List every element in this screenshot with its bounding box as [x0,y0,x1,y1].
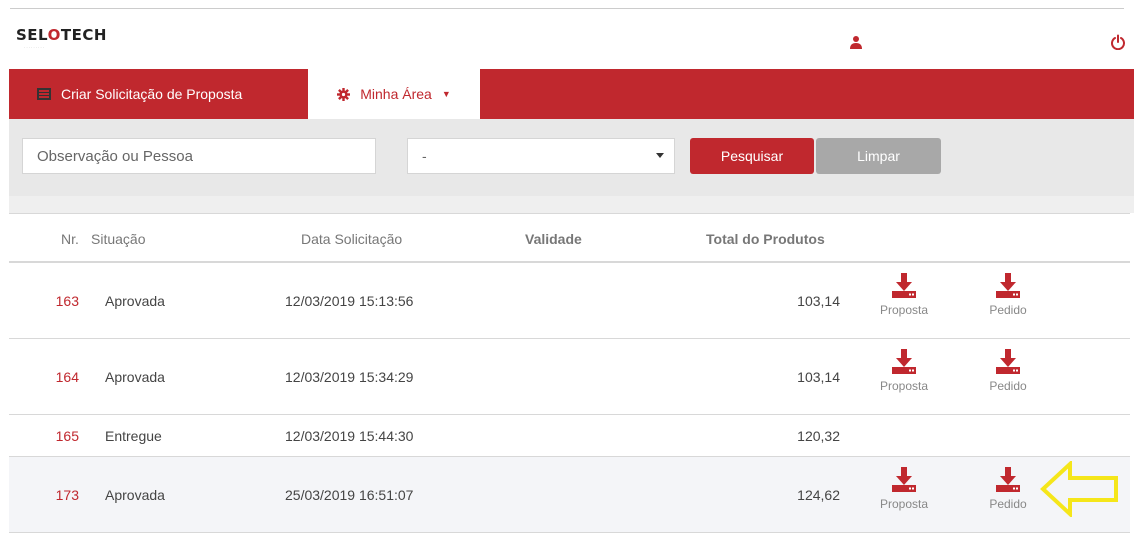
download-proposta-button[interactable]: Proposta [869,273,939,317]
row-situacao: Aprovada [105,369,165,385]
row-total: 103,14 [797,369,840,385]
row-situacao: Aprovada [105,487,165,503]
download-icon [892,467,916,492]
dropdown-arrow-icon [656,153,664,158]
spacer [9,196,1134,213]
download-icon [892,349,916,374]
chevron-down-icon: ▼ [441,89,451,99]
nav-create-proposal[interactable]: Criar Solicitação de Proposta [37,69,242,119]
table-header: Nr. Situação Data Solicitação Validade T… [9,213,1130,263]
table-row: 164 Aprovada 12/03/2019 15:34:29 103,14 … [9,339,1130,415]
row-nr-link[interactable]: 165 [0,428,79,444]
download-proposta-button[interactable]: Proposta [869,467,939,511]
download-pedido-label: Pedido [989,379,1027,393]
table-row: 163 Aprovada 12/03/2019 15:13:56 103,14 … [9,263,1130,339]
row-total: 124,62 [797,487,840,503]
status-select[interactable]: - [407,138,675,174]
download-pedido-button[interactable]: Pedido [973,349,1043,393]
proposals-table: Nr. Situação Data Solicitação Validade T… [9,213,1130,533]
download-proposta-label: Proposta [879,379,929,393]
table-row: 173 Aprovada 25/03/2019 16:51:07 124,62 … [9,457,1130,533]
row-date: 12/03/2019 15:13:56 [285,293,414,309]
row-nr-link[interactable]: 163 [0,293,79,309]
annotation-arrow-icon [1040,461,1118,517]
nav-area-label: Minha Área [360,86,432,102]
header-validade: Validade [525,231,582,247]
clear-button[interactable]: Limpar [816,138,941,174]
logo: SELOTECH [16,26,107,44]
download-icon [996,349,1020,374]
search-button[interactable]: Pesquisar [690,138,814,174]
row-date: 12/03/2019 15:44:30 [285,428,414,444]
row-date: 25/03/2019 16:51:07 [285,487,414,503]
row-nr-link[interactable]: 164 [0,369,79,385]
download-icon [892,273,916,298]
row-situacao: Aprovada [105,293,165,309]
download-pedido-button[interactable]: Pedido [973,467,1043,511]
main-navbar: Criar Solicitação de Proposta Minha Área… [9,69,1134,119]
download-proposta-label: Proposta [879,303,929,317]
row-situacao: Entregue [105,428,162,444]
header-total: Total do Produtos [706,231,825,247]
download-proposta-label: Proposta [879,497,929,511]
nav-my-area[interactable]: Minha Área ▼ [308,69,480,119]
download-pedido-label: Pedido [989,497,1027,511]
row-date: 12/03/2019 15:34:29 [285,369,414,385]
header-nr: Nr. [61,231,79,247]
row-total: 103,14 [797,293,840,309]
gear-icon [337,87,351,101]
download-icon [996,467,1020,492]
download-proposta-button[interactable]: Proposta [869,349,939,393]
download-icon [996,273,1020,298]
list-icon [37,88,51,100]
header-data: Data Solicitação [301,231,403,247]
header-situacao: Situação [91,231,146,247]
row-total: 120,32 [797,428,840,444]
table-row: 165 Entregue 12/03/2019 15:44:30 120,32 [9,415,1130,457]
logo-tagline-graphic: ········· [24,45,45,50]
select-value: - [422,148,427,164]
user-icon[interactable] [849,35,863,49]
nav-create-label: Criar Solicitação de Proposta [61,86,243,102]
download-pedido-label: Pedido [989,303,1027,317]
search-input[interactable] [22,138,376,174]
download-pedido-button[interactable]: Pedido [973,273,1043,317]
power-icon[interactable] [1110,34,1126,50]
app-header: SELOTECH ········· [0,9,1134,68]
filter-bar: - Pesquisar Limpar [9,119,1134,196]
row-nr-link[interactable]: 173 [0,487,79,503]
